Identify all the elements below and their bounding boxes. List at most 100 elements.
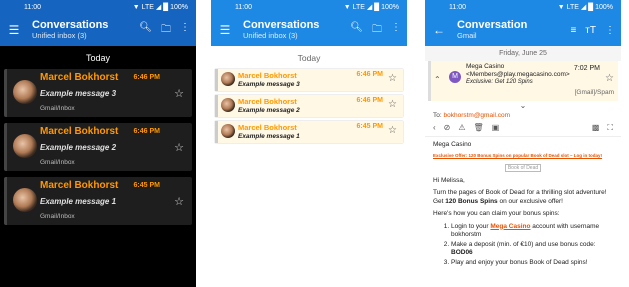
- message-card[interactable]: Marcel Bokhorst 6:46 PM Example message …: [4, 123, 192, 171]
- body-sender-line: Mega Casino: [433, 141, 472, 148]
- star-icon[interactable]: ☆: [174, 87, 184, 100]
- avatar: [13, 188, 37, 212]
- back-icon[interactable]: ←: [431, 23, 447, 37]
- day-header: Today: [297, 53, 321, 63]
- message-card[interactable]: Marcel Bokhorst 6:45 PM Example message …: [4, 177, 192, 225]
- text-size-icon[interactable]: ᴛT: [585, 25, 596, 36]
- screenshot-stage: 11:00 ▼ LTE ◢ █ 100% ☰ Conversations Uni…: [0, 0, 629, 287]
- list-item: Login to your Mega Casino account with u…: [451, 223, 613, 240]
- move-icon[interactable]: ▣: [492, 123, 500, 133]
- block-icon[interactable]: ⊘: [444, 123, 451, 133]
- list-item: Play and enjoy your bonus Book of Dead s…: [451, 259, 613, 268]
- phone-dark-inbox: 11:00 ▼ LTE ◢ █ 100% ☰ Conversations Uni…: [0, 0, 196, 287]
- folder-icon[interactable]: 🗀︎: [161, 22, 171, 39]
- image-icon[interactable]: ▩: [592, 123, 600, 133]
- app-bar: ☰ Conversations Unified inbox (3) 🔍︎ 🗀︎ …: [0, 14, 196, 46]
- star-icon[interactable]: ☆: [174, 141, 184, 154]
- message-folder: Gmail/Inbox: [40, 105, 75, 112]
- text: Login to your: [451, 222, 491, 230]
- message-time: 6:45 PM: [356, 123, 383, 130]
- phone-light-inbox: 11:00 ▼ LTE ◢ █ 100% ☰ Conversations Uni…: [211, 0, 407, 287]
- list-item: Make a deposit (min. of €10) and use bon…: [451, 241, 613, 258]
- star-icon[interactable]: ☆: [388, 99, 397, 110]
- app-bar-title: Conversations: [243, 19, 320, 31]
- sender-avatar: M: [449, 71, 461, 83]
- body-paragraph-2: Here's how you can claim your bonus spin…: [433, 210, 560, 217]
- avatar: [221, 72, 235, 86]
- app-bar: ☰ Conversations Unified inbox (3) 🔍︎ 🗀︎ …: [211, 14, 407, 46]
- message-from: Mega Casino <Members@play.megacasino.com…: [466, 63, 570, 78]
- menu-icon[interactable]: ☰: [217, 23, 233, 37]
- avatar: [221, 98, 235, 112]
- phone-conversation: 11:00 ▼ LTE ◢ █ 100% ← Conversation Gmai…: [425, 0, 621, 287]
- star-icon[interactable]: ☆: [388, 73, 397, 84]
- message-card[interactable]: Marcel Bokhorst 6:46 PM Example message …: [215, 69, 403, 91]
- message-time: 7:02 PM: [573, 65, 600, 72]
- recipient-line: To: bokhorstm@gmail.com: [425, 111, 621, 120]
- app-bar-title: Conversation: [457, 19, 528, 31]
- delete-icon[interactable]: 🗑︎: [474, 123, 484, 133]
- app-bar-actions: 🔍︎ 🗀︎ ⋮: [350, 22, 401, 39]
- menu-icon[interactable]: ☰: [6, 23, 22, 37]
- sender-name: Marcel Bokhorst: [40, 72, 119, 83]
- more-icon[interactable]: ⋮: [391, 22, 401, 39]
- image-placeholder: Book of Dead: [433, 164, 613, 173]
- app-bar-titles: Conversations Unified inbox (3): [243, 19, 350, 41]
- message-label: [Gmail]/Spam: [574, 89, 614, 96]
- sender-name: Marcel Bokhorst: [238, 97, 297, 106]
- message-body: Mega Casino Exclusive Offer: 120 Bonus S…: [425, 137, 621, 270]
- reply-icon[interactable]: ‹: [433, 123, 436, 133]
- app-bar-subtitle: Unified inbox (3): [243, 31, 298, 40]
- message-subject: Example message 1: [40, 197, 117, 206]
- message-subject: Example message 3: [238, 81, 300, 88]
- status-time: 11:00: [24, 3, 41, 11]
- day-header: Today: [85, 53, 111, 63]
- day-header: Friday, June 25: [425, 46, 621, 61]
- message-excerpt: Exclusive: Get 120 Spins: [466, 79, 533, 85]
- message-card[interactable]: Marcel Bokhorst 6:46 PM Example message …: [4, 69, 192, 117]
- search-icon[interactable]: 🔍︎: [139, 22, 152, 39]
- image-alt: Book of Dead: [504, 164, 542, 172]
- app-bar-subtitle: Unified inbox (3): [32, 31, 87, 40]
- bold-text: 120 Bonus Spins: [445, 197, 498, 205]
- status-indicators: ▼ LTE ◢ █ 100%: [343, 4, 399, 11]
- message-card[interactable]: Marcel Bokhorst 6:45 PM Example message …: [215, 121, 403, 143]
- avatar: [221, 124, 235, 138]
- casino-link[interactable]: Mega Casino: [490, 223, 530, 230]
- message-card[interactable]: Marcel Bokhorst 6:46 PM Example message …: [215, 95, 403, 117]
- app-bar-titles: Conversation Gmail: [457, 19, 570, 41]
- message-folder: Gmail/Inbox: [40, 213, 75, 220]
- message-subject: Example message 1: [238, 133, 300, 140]
- fullscreen-icon[interactable]: ⛶: [607, 123, 613, 133]
- star-icon[interactable]: ☆: [605, 73, 614, 84]
- sender-name: Marcel Bokhorst: [238, 123, 297, 132]
- folder-icon[interactable]: 🗀︎: [372, 22, 382, 39]
- status-indicators: ▼ LTE ◢ █ 100%: [132, 4, 188, 11]
- body-offer-link[interactable]: Exclusive Offer: 120 Bonus Spins on popu…: [433, 152, 613, 161]
- more-icon[interactable]: ⋮: [605, 25, 615, 36]
- status-bar: 11:00 ▼ LTE ◢ █ 100%: [425, 0, 621, 14]
- message-subject: Example message 3: [40, 89, 117, 98]
- app-bar-titles: Conversations Unified inbox (3): [32, 19, 139, 41]
- chevron-up-icon[interactable]: ⌃: [434, 75, 441, 84]
- app-bar-subtitle: Gmail: [457, 31, 477, 40]
- body-greeting: Hi Melissa,: [433, 176, 465, 184]
- message-header[interactable]: ⌃ M Mega Casino <Members@play.megacasino…: [428, 61, 618, 101]
- star-icon[interactable]: ☆: [174, 195, 184, 208]
- more-icon[interactable]: ⋮: [180, 22, 190, 39]
- warning-icon[interactable]: ⚠︎: [458, 123, 465, 133]
- message-subject: Example message 2: [40, 143, 117, 152]
- to-label: To:: [433, 112, 442, 119]
- status-bar: 11:00 ▼ LTE ◢ █ 100%: [211, 0, 407, 14]
- body-paragraph-1: Turn the pages of Book of Dead for a thr…: [433, 189, 613, 206]
- star-icon[interactable]: ☆: [388, 125, 397, 136]
- recipient-address[interactable]: bokhorstm@gmail.com: [443, 112, 510, 119]
- search-icon[interactable]: 🔍︎: [350, 22, 363, 39]
- chevron-down-icon[interactable]: ⌄: [425, 101, 621, 111]
- sort-icon[interactable]: ≡: [570, 25, 576, 36]
- message-toolbar: ‹ ⊘ ⚠︎ 🗑︎ ▣ ▩ ⛶: [425, 120, 621, 137]
- message-subject: Example message 2: [238, 107, 300, 114]
- message-time: 6:45 PM: [133, 182, 160, 189]
- status-indicators: ▼ LTE ◢ █ 100%: [557, 4, 613, 11]
- sender-name: Marcel Bokhorst: [238, 71, 297, 80]
